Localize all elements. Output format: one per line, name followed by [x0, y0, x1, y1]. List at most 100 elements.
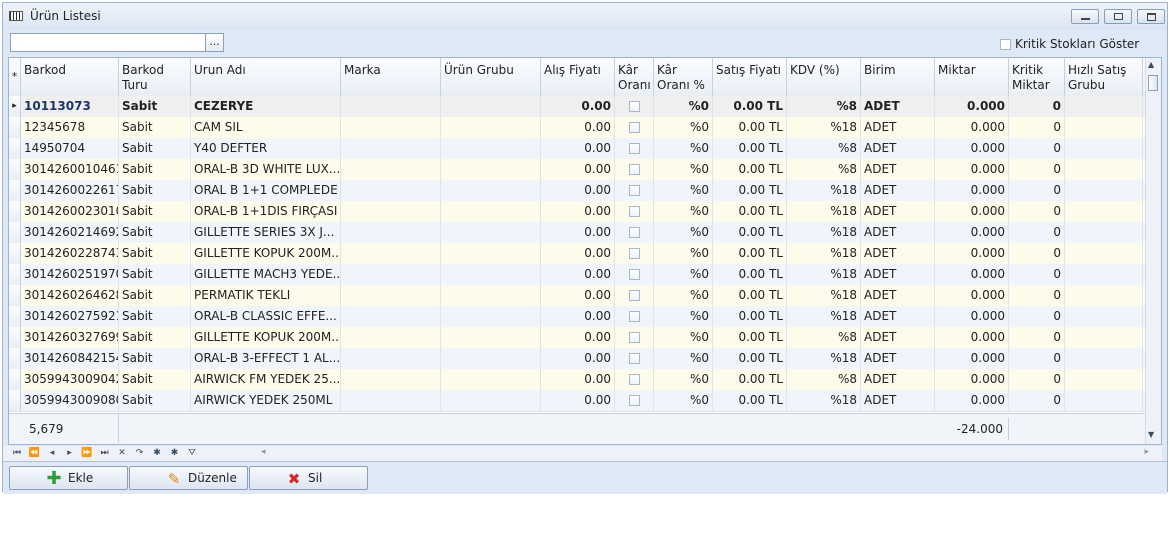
- column-header-tur[interactable]: Barkod Turu: [119, 58, 191, 96]
- cell-karyuzde[interactable]: %0: [654, 369, 713, 390]
- cell-ad[interactable]: ORAL-B 3D WHITE LUX...: [191, 159, 341, 180]
- cell-hizli[interactable]: [1065, 180, 1143, 201]
- kar-orani-checkbox[interactable]: [629, 248, 640, 259]
- cell-birim[interactable]: ADET: [861, 159, 935, 180]
- cell-hizli[interactable]: [1065, 159, 1143, 180]
- row-indicator[interactable]: [9, 327, 21, 348]
- kar-orani-checkbox[interactable]: [629, 122, 640, 133]
- cell-ad[interactable]: GILLETTE KOPUK 200M...: [191, 327, 341, 348]
- cell-kritik[interactable]: 0: [1009, 117, 1065, 138]
- cell-marka[interactable]: [341, 369, 441, 390]
- cell-ad[interactable]: AIRWICK FM YEDEK 25...: [191, 369, 341, 390]
- row-indicator[interactable]: ▸: [9, 96, 21, 117]
- cancel-edit-icon[interactable]: ✕: [114, 446, 130, 461]
- table-row[interactable]: 3014260275921 Sabit ORAL-B CLASSIC EFFE...…: [9, 306, 1146, 328]
- cell-barkod[interactable]: 14950704: [21, 138, 119, 159]
- cell-tur[interactable]: Sabit: [119, 264, 191, 285]
- table-row[interactable]: 3014260214692 Sabit GILLETTE SERIES 3X J..…: [9, 222, 1146, 244]
- cell-satis[interactable]: 0.00 TL: [713, 390, 787, 411]
- cell-kdv[interactable]: %18: [787, 243, 861, 264]
- cell-kar[interactable]: [615, 201, 654, 222]
- cell-alis[interactable]: 0.00: [541, 348, 615, 369]
- table-row-current[interactable]: ▸ 10113073 Sabit CEZERYE 0.00 %0 0.00 TL %8 ADET…: [9, 96, 1146, 118]
- row-indicator[interactable]: [9, 348, 21, 369]
- column-header-satis[interactable]: Satış Fiyatı: [713, 58, 787, 96]
- cell-birim[interactable]: ADET: [861, 117, 935, 138]
- cell-marka[interactable]: [341, 138, 441, 159]
- cell-hizli[interactable]: [1065, 348, 1143, 369]
- table-row[interactable]: 3059943009042 Sabit AIRWICK FM YEDEK 25...…: [9, 369, 1146, 391]
- cell-tur[interactable]: Sabit: [119, 159, 191, 180]
- table-row[interactable]: 3014260327699 Sabit GILLETTE KOPUK 200M...…: [9, 327, 1146, 349]
- cell-marka[interactable]: [341, 243, 441, 264]
- cell-grup[interactable]: [441, 201, 541, 222]
- cell-kritik[interactable]: 0: [1009, 180, 1065, 201]
- kar-orani-checkbox[interactable]: [629, 290, 640, 301]
- cell-kritik[interactable]: 0: [1009, 264, 1065, 285]
- cell-marka[interactable]: [341, 285, 441, 306]
- scroll-thumb[interactable]: [1148, 75, 1158, 91]
- kar-orani-checkbox[interactable]: [629, 269, 640, 280]
- cell-miktar[interactable]: 0.000: [935, 348, 1009, 369]
- cell-kdv[interactable]: %18: [787, 390, 861, 411]
- cell-karyuzde[interactable]: %0: [654, 390, 713, 411]
- cell-miktar[interactable]: 0.000: [935, 285, 1009, 306]
- cell-kdv[interactable]: %18: [787, 285, 861, 306]
- append-icon[interactable]: ✱: [149, 446, 165, 461]
- row-indicator[interactable]: [9, 201, 21, 222]
- table-row[interactable]: 3014260251970 Sabit GILLETTE MACH3 YEDE...…: [9, 264, 1146, 286]
- cell-hizli[interactable]: [1065, 138, 1143, 159]
- kar-orani-checkbox[interactable]: [629, 143, 640, 154]
- column-header-kdv[interactable]: KDV (%): [787, 58, 861, 96]
- cell-grup[interactable]: [441, 390, 541, 411]
- cell-miktar[interactable]: 0.000: [935, 264, 1009, 285]
- cell-grup[interactable]: [441, 369, 541, 390]
- cell-kdv[interactable]: %8: [787, 96, 861, 117]
- cell-hizli[interactable]: [1065, 201, 1143, 222]
- cell-kar[interactable]: [615, 117, 654, 138]
- row-indicator[interactable]: [9, 243, 21, 264]
- row-indicator[interactable]: [9, 138, 21, 159]
- delete-button[interactable]: ✖ Sil: [249, 466, 368, 490]
- cell-ad[interactable]: ORAL-B 3-EFFECT 1 AL...: [191, 348, 341, 369]
- cell-barkod[interactable]: 3059943009042: [21, 369, 119, 390]
- cell-marka[interactable]: [341, 159, 441, 180]
- cell-kritik[interactable]: 0: [1009, 390, 1065, 411]
- cell-miktar[interactable]: 0.000: [935, 201, 1009, 222]
- cell-alis[interactable]: 0.00: [541, 201, 615, 222]
- cell-kdv[interactable]: %18: [787, 117, 861, 138]
- cell-barkod[interactable]: 3014260275921: [21, 306, 119, 327]
- table-row[interactable]: 3014260022617 Sabit ORAL B 1+1 COMPLEDE 0.0…: [9, 180, 1146, 202]
- cell-birim[interactable]: ADET: [861, 243, 935, 264]
- cell-kar[interactable]: [615, 180, 654, 201]
- maximize-button[interactable]: [1137, 9, 1165, 24]
- cell-kdv[interactable]: %8: [787, 159, 861, 180]
- scroll-left-icon[interactable]: ◂: [261, 447, 266, 457]
- cell-grup[interactable]: [441, 348, 541, 369]
- cell-alis[interactable]: 0.00: [541, 96, 615, 117]
- cell-alis[interactable]: 0.00: [541, 390, 615, 411]
- table-row[interactable]: 3014260023010 Sabit ORAL-B 1+1DIS FIRÇASI 0…: [9, 201, 1146, 223]
- cell-satis[interactable]: 0.00 TL: [713, 264, 787, 285]
- cell-marka[interactable]: [341, 222, 441, 243]
- cell-birim[interactable]: ADET: [861, 264, 935, 285]
- cell-satis[interactable]: 0.00 TL: [713, 327, 787, 348]
- last-record-icon[interactable]: ⏭: [97, 446, 113, 461]
- cell-hizli[interactable]: [1065, 243, 1143, 264]
- row-indicator[interactable]: [9, 222, 21, 243]
- cell-barkod[interactable]: 3014260214692: [21, 222, 119, 243]
- cell-kritik[interactable]: 0: [1009, 138, 1065, 159]
- cell-kdv[interactable]: %18: [787, 264, 861, 285]
- cell-kar[interactable]: [615, 96, 654, 117]
- cell-marka[interactable]: [341, 201, 441, 222]
- cell-kar[interactable]: [615, 369, 654, 390]
- cell-barkod[interactable]: 3014260327699: [21, 327, 119, 348]
- cell-karyuzde[interactable]: %0: [654, 306, 713, 327]
- cell-kritik[interactable]: 0: [1009, 369, 1065, 390]
- cell-hizli[interactable]: [1065, 264, 1143, 285]
- cell-satis[interactable]: 0.00 TL: [713, 243, 787, 264]
- cell-kritik[interactable]: 0: [1009, 201, 1065, 222]
- cell-kritik[interactable]: 0: [1009, 285, 1065, 306]
- cell-miktar[interactable]: 0.000: [935, 222, 1009, 243]
- cell-kdv[interactable]: %18: [787, 222, 861, 243]
